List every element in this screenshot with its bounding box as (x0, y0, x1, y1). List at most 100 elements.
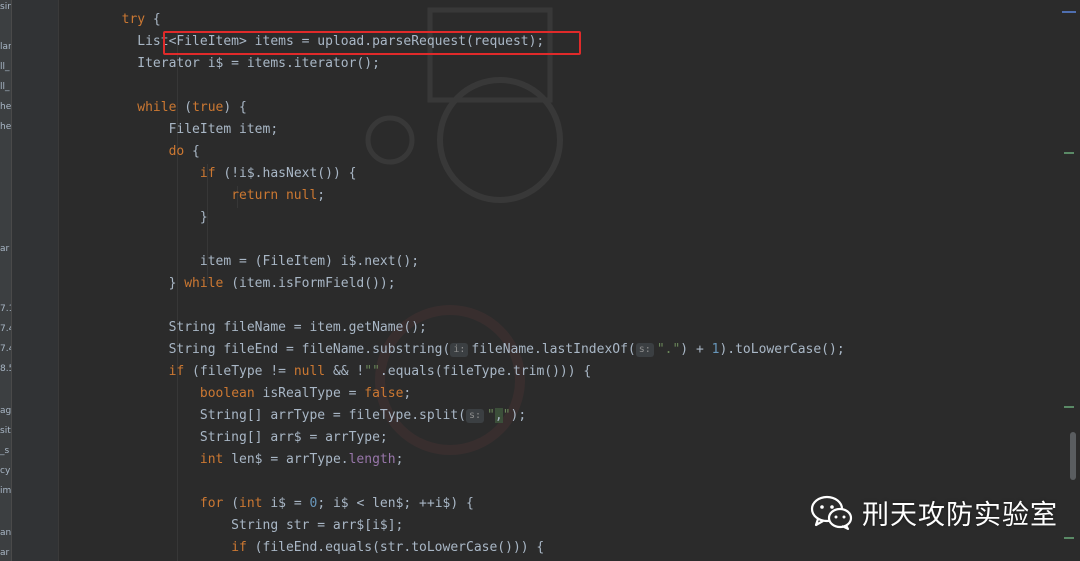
code-token: String fileName = item.getName(); (59, 320, 427, 335)
project-tree-item-fragment[interactable]: ag (0, 406, 11, 416)
error-stripe-mark[interactable] (1064, 537, 1074, 539)
code-line[interactable]: 271 String[] arr$ = arrType; (59, 427, 1058, 449)
code-line[interactable]: 264 } while (item.isFormField()); (59, 273, 1058, 295)
code-line[interactable]: 252 try { (59, 9, 1058, 31)
code-token: ); (510, 408, 527, 423)
code-line[interactable]: 265 (59, 295, 1058, 317)
code-token: true (192, 100, 224, 115)
code-text[interactable]: String fileName = item.getName(); (59, 317, 427, 339)
code-text[interactable]: String fileEnd = fileName.substring(i: fi… (59, 339, 845, 361)
code-token: , (494, 408, 503, 423)
error-stripe-mark[interactable] (1062, 11, 1076, 13)
code-line[interactable]: 272 int len$ = arrType.length; (59, 449, 1058, 471)
code-text[interactable]: int len$ = arrType.length; (59, 449, 404, 471)
code-line[interactable]: 258 do { (59, 141, 1058, 163)
code-token: null (293, 364, 326, 379)
code-token: (item.isFormField()); (223, 276, 396, 291)
code-token: isRealType = (254, 386, 365, 401)
code-token: int (239, 496, 263, 511)
error-stripe-mark[interactable] (1064, 406, 1074, 408)
code-text[interactable]: if (!i$.hasNext()) { (59, 163, 357, 185)
code-token: String str = arr$[i$]; (59, 518, 404, 533)
watermark-text: 刑天攻防实验室 (862, 499, 1058, 531)
code-text[interactable]: while (true) { (59, 97, 247, 119)
project-tree-item-fragment[interactable]: he (0, 122, 11, 132)
code-text[interactable]: if (fileType != null && !"".equals(fileT… (59, 361, 592, 383)
code-text[interactable]: if (fileEnd.equals(str.toLowerCase())) { (59, 537, 544, 559)
project-tree-item-fragment[interactable]: he (0, 102, 11, 112)
code-line[interactable]: 262 (59, 229, 1058, 251)
code-text[interactable]: String[] arr$ = arrType; (59, 427, 388, 449)
project-tree-panel[interactable]: sir lar ll_ ll_he he ar 7.1 7.4 7.4 8.5 ag sit _scyp… (0, 0, 11, 561)
code-token: "" (364, 364, 380, 379)
code-line[interactable]: 266 String fileName = item.getName(); (59, 317, 1058, 339)
code-token: "." (656, 342, 681, 357)
code-token: { (184, 144, 200, 159)
code-line[interactable]: 276 if (fileEnd.equals(str.toLowerCase()… (59, 537, 1058, 559)
code-text[interactable]: do { (59, 141, 200, 163)
project-tree-item-fragment[interactable]: cyp (0, 466, 11, 476)
code-token: len$ = arrType. (223, 452, 349, 467)
project-tree-item-fragment[interactable]: sit (0, 426, 11, 436)
project-tree-item-fragment[interactable]: ll_ (0, 62, 10, 72)
code-token: do (168, 144, 185, 159)
code-line[interactable]: 260 return null; (59, 185, 1058, 207)
code-line[interactable]: 254 Iterator i$ = items.iterator(); (59, 53, 1058, 75)
code-token: ; (395, 452, 404, 467)
code-token: while (184, 276, 224, 291)
project-tree-item-fragment[interactable]: ar (0, 244, 9, 254)
code-token: if (168, 364, 185, 379)
code-line[interactable]: 270 String[] arrType = fileType.split(s:… (59, 405, 1058, 427)
code-line[interactable]: 257 FileItem item; (59, 119, 1058, 141)
code-token: (fileEnd.equals(str.toLowerCase())) { (246, 540, 545, 555)
code-line[interactable]: 273 (59, 471, 1058, 493)
code-text[interactable]: Iterator i$ = items.iterator(); (59, 53, 380, 75)
code-text[interactable]: } (59, 207, 208, 229)
project-tree-item-fragment[interactable]: ll_ (0, 82, 10, 92)
code-text[interactable]: try { (59, 9, 161, 31)
project-tree-item-fragment[interactable]: an (0, 528, 11, 538)
code-text[interactable]: } while (item.isFormField()); (59, 273, 396, 295)
project-tree-item-fragment[interactable]: 7.4 (0, 344, 11, 354)
project-tree-item-fragment[interactable]: im (0, 486, 11, 496)
code-token: String[] arr$ = arrType; (59, 430, 388, 445)
code-token: ; (403, 386, 412, 401)
code-line[interactable]: 256 while (true) { (59, 97, 1058, 119)
project-tree-item-fragment[interactable]: 8.5 (0, 364, 11, 374)
code-token: i$ = (262, 496, 310, 511)
code-line[interactable]: 263 item = (FileItem) i$.next(); (59, 251, 1058, 273)
scrollbar-thumb[interactable] (1070, 432, 1076, 480)
code-token: String[] arrType = fileType.split( (59, 408, 466, 423)
project-tree-item-fragment[interactable]: lar (0, 42, 11, 52)
code-line[interactable]: 267 String fileEnd = fileName.substring(… (59, 339, 1058, 361)
code-text[interactable]: item = (FileItem) i$.next(); (59, 251, 419, 273)
project-tree-item-fragment[interactable]: 7.4 (0, 324, 11, 334)
code-line[interactable]: 269 boolean isRealType = false; (59, 383, 1058, 405)
code-line[interactable]: 261 } (59, 207, 1058, 229)
code-token: ).toLowerCase(); (719, 342, 845, 357)
code-text[interactable]: for (int i$ = 0; i$ < len$; ++i$) { (59, 493, 474, 515)
error-stripe-mark[interactable] (1064, 152, 1074, 154)
code-line[interactable]: 268 if (fileType != null && !"".equals(f… (59, 361, 1058, 383)
code-editor[interactable]: 252 try {253 List<FileItem> items = uplo… (59, 0, 1058, 561)
project-tree-item-fragment[interactable]: ar (0, 548, 9, 558)
project-tree-item-fragment[interactable]: 7.1 (0, 304, 11, 314)
code-token: if (231, 540, 247, 555)
parameter-hint: i: (450, 343, 469, 357)
code-line[interactable]: 259 if (!i$.hasNext()) { (59, 163, 1058, 185)
code-text[interactable]: String[] arrType = fileType.split(s: ",")… (59, 405, 526, 427)
line-number-gutter[interactable] (12, 0, 58, 561)
editor-scrollbar[interactable] (1058, 0, 1080, 561)
project-tree-item-fragment[interactable]: sir (0, 2, 11, 12)
code-text[interactable]: boolean isRealType = false; (59, 383, 411, 405)
code-text[interactable]: String str = arr$[i$]; (59, 515, 403, 537)
code-text[interactable]: FileItem item; (59, 119, 279, 141)
code-line[interactable]: 255 (59, 75, 1058, 97)
code-text[interactable]: return null; (59, 185, 325, 207)
project-tree-item-fragment[interactable]: _s (0, 446, 9, 456)
